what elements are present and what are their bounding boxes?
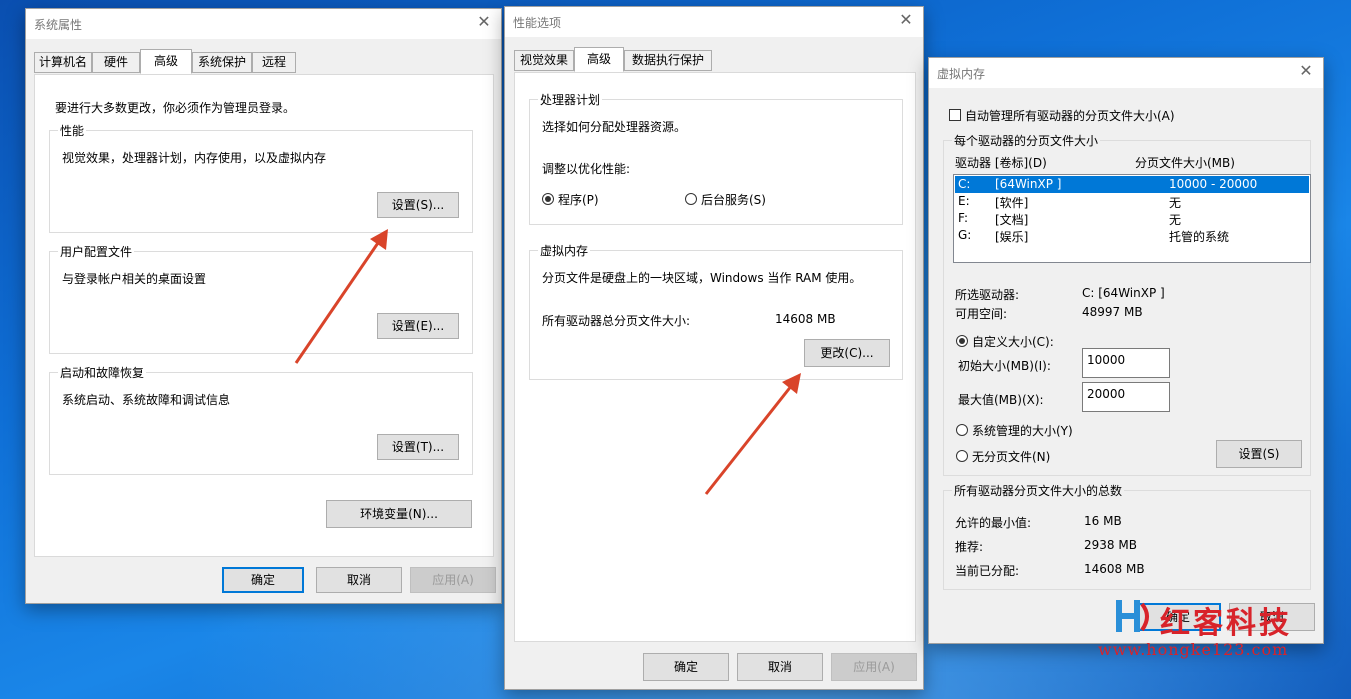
watermark-logo-icon [1112, 596, 1154, 636]
arrow-to-performance-settings [294, 229, 388, 364]
tab-advanced[interactable]: 高级 [574, 47, 624, 72]
tab-advanced[interactable]: 高级 [140, 49, 192, 74]
arrow-to-change-button [704, 373, 801, 495]
watermark-url: www.hongke123.com [1098, 640, 1289, 659]
watermark-text: 红客科技 [1160, 606, 1292, 641]
annotation-arrows [294, 229, 801, 495]
